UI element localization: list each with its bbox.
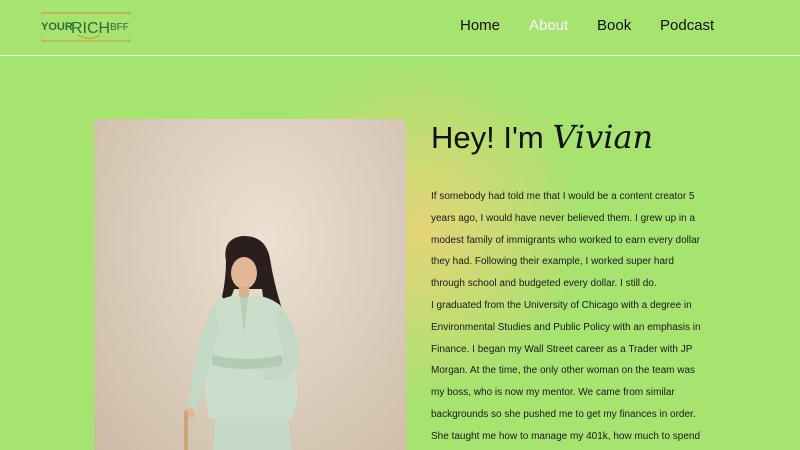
nav-link-podcast[interactable]: Podcast	[660, 17, 714, 34]
nav-link-book[interactable]: Book	[597, 17, 631, 34]
logo-text-rich: RICH	[71, 20, 110, 37]
bio-paragraph: If somebody had told me that I would be …	[431, 191, 700, 290]
logo[interactable]: YOUR RICH BFF	[40, 11, 132, 43]
heading-prefix: Hey! I'm	[431, 120, 544, 155]
logo-text-your: YOUR	[41, 21, 73, 33]
page-title: Hey! I'm Vivian	[431, 118, 653, 156]
nav-link-home[interactable]: Home	[460, 17, 500, 34]
nav-link-about[interactable]: About	[529, 17, 568, 34]
bio-text: If somebody had told me that I would be …	[431, 186, 706, 448]
heading-name: Vivian	[552, 118, 654, 156]
bio-paragraph: I graduated from the University of Chica…	[431, 299, 701, 442]
logo-text-bff: BFF	[110, 22, 129, 33]
site-header: YOUR RICH BFF Home About Book Podcast	[0, 0, 800, 56]
profile-photo	[94, 119, 406, 450]
